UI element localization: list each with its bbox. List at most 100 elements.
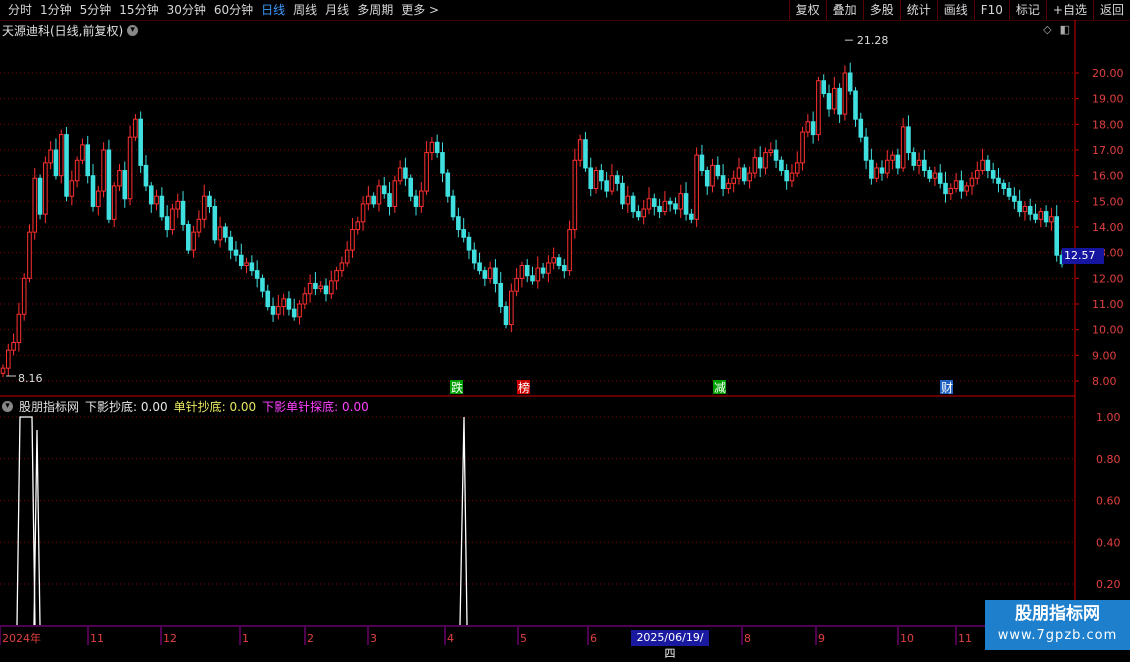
candle-body [212,205,218,241]
candle-body [133,118,138,138]
kline-chart[interactable]: 20.0019.0018.0017.0016.0015.0014.0013.00… [0,0,1130,650]
price-axis-label: 15.00 [1092,195,1124,208]
candle-body [551,257,556,264]
indicator-spike [33,429,41,626]
candle-body [784,170,789,182]
candle-body [238,254,244,267]
indicator-name[interactable]: 股朋指标网 [19,398,79,415]
candle-body [487,267,493,279]
candle-body [85,144,91,177]
candle-body [16,313,22,343]
candle-body [43,162,48,215]
indicator-spike [459,416,468,626]
candle-body [779,159,784,172]
candle-body [821,80,827,95]
price-axis-label: 12.00 [1092,272,1124,285]
candle-body [874,167,879,179]
candle-body [657,205,662,213]
candle-body [482,270,488,279]
candle-body [175,200,181,210]
candle-body [726,182,731,190]
candle-body [524,265,530,277]
candle-body [191,231,196,251]
candle-body [429,141,435,154]
candle-body [281,298,286,308]
candle-body [5,349,11,369]
indicator-line1: 下影抄底: 0.00 [85,400,168,414]
watermark: 股朋指标网 www.7gpzb.com [985,600,1130,650]
price-axis-label: 10.00 [1092,324,1124,337]
candle-body [397,167,403,182]
candle-body [159,195,165,218]
indicator-spike [16,416,36,626]
candle-body [704,170,710,187]
candle-body [906,126,911,154]
candle-body [313,282,318,290]
candle-body [630,195,636,213]
candle-body [768,149,774,154]
candle-body [96,190,101,207]
date-axis-label: 3 [370,632,377,645]
candle-body [943,182,948,195]
candle-body [683,193,689,215]
candle-body [922,159,927,172]
candle-body [392,180,398,207]
indicator-axis-label: 0.60 [1096,495,1121,508]
candle-body [884,159,890,174]
candle-body [186,223,191,251]
candle-body [233,249,239,256]
candle-body [350,229,355,251]
event-marker-label: 减 [714,381,726,395]
watermark-title: 股朋指标网 [1015,604,1100,624]
candle-body [408,177,414,197]
candle-body [339,262,345,272]
candle-body [344,249,350,264]
candle-body [48,149,53,164]
indicator-axis-label: 0.20 [1096,578,1121,591]
candle-body [789,172,795,182]
chevron-down-icon[interactable]: ▾ [127,25,139,36]
candle-body [355,221,361,231]
candle-body [1001,182,1007,190]
candle-body [291,308,297,318]
candle-body [101,149,106,192]
candle-body [0,367,6,374]
candle-body [747,172,752,182]
candle-body [276,306,281,315]
candle-body [842,72,848,115]
candle-body [27,231,32,279]
candle-body [953,180,959,190]
candle-body [1022,205,1028,213]
candle-body [805,121,811,133]
indicator-header: ▾ 股朋指标网 下影抄底: 0.00 单针抄底: 0.00 下影单针探底: 0.… [2,398,369,415]
candle-body [207,195,212,207]
candle-body [800,131,805,164]
chevron-down-icon[interactable]: ▾ [2,401,13,412]
date-axis-label: 1 [242,632,249,645]
candle-body [1012,195,1017,202]
price-axis-label: 18.00 [1092,118,1124,131]
candle-body [143,164,149,187]
date-axis-label: 9 [818,632,825,645]
candle-body [32,177,38,233]
candle-body [710,164,715,187]
candle-body [673,203,678,210]
candle-body [244,262,249,266]
diamond-icon[interactable]: ◇ [1043,23,1051,36]
candle-body [196,218,202,233]
candle-body [297,303,302,318]
candle-body [588,167,594,189]
candle-body [583,139,588,169]
candle-body [249,262,255,272]
candle-body [1006,188,1012,197]
candle-body [434,141,440,154]
price-axis-label: 9.00 [1092,349,1117,362]
panel-toggle-icon[interactable]: ◧ [1060,23,1070,36]
candle-body [64,134,69,197]
candle-body [932,172,938,179]
candle-body [826,93,832,110]
candle-body [837,87,842,115]
candle-body [895,154,901,169]
candle-body [816,80,821,136]
candle-body [530,275,535,282]
